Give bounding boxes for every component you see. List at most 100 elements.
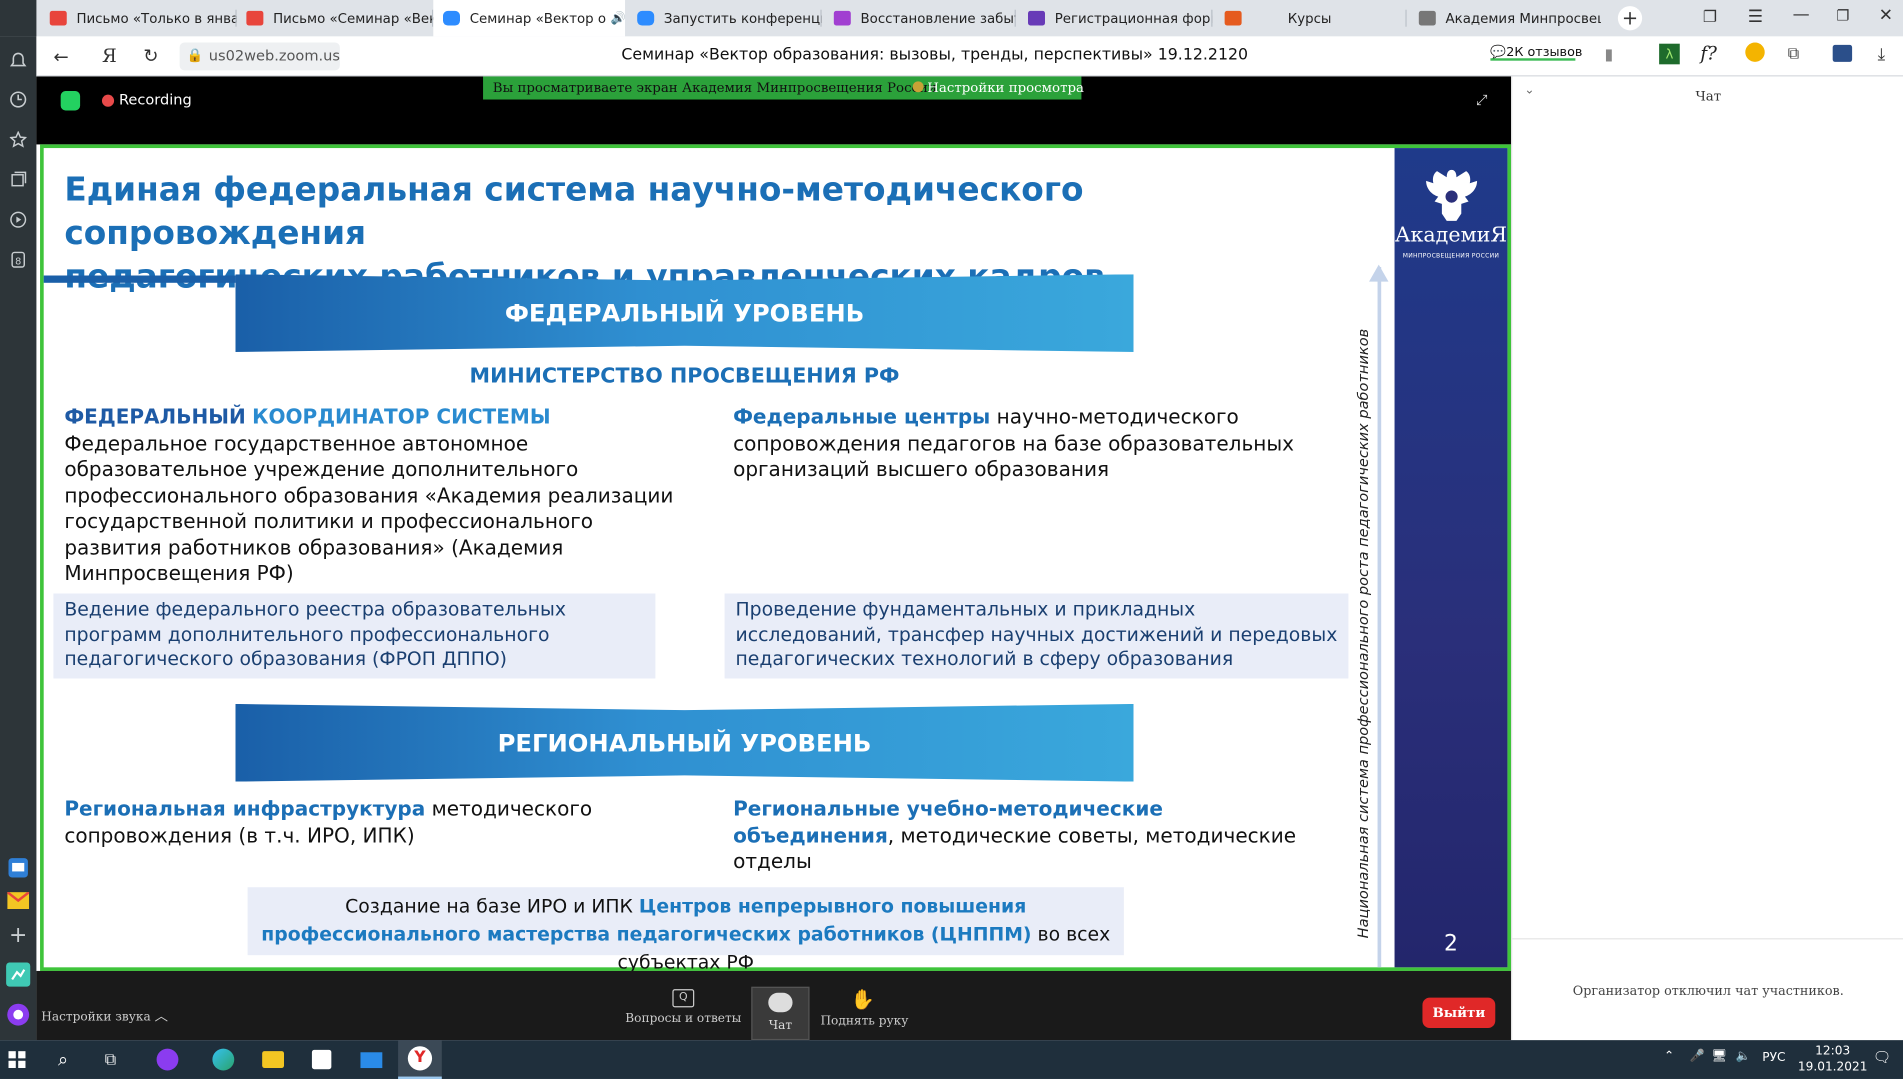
bell-icon[interactable]	[6, 49, 30, 73]
right-block: Федеральные центры научно-методического …	[733, 404, 1328, 482]
new-tab-button[interactable]: +	[1617, 6, 1643, 31]
language-indicator[interactable]: РУС	[1762, 1051, 1785, 1064]
tab-5[interactable]: Восстановление забытог	[824, 0, 1016, 36]
close-window-icon[interactable]: ✕	[1879, 6, 1893, 25]
sound-icon[interactable]: 🔊	[611, 12, 625, 25]
download-icon[interactable]: ⤓	[1878, 45, 1886, 64]
view-settings-label: Настройки просмотра	[927, 80, 1084, 96]
search-icon[interactable]: ⌕	[41, 1040, 85, 1079]
tab-label: Письмо «Только в январ	[76, 10, 237, 27]
chat-button[interactable]: Чат	[751, 986, 810, 1041]
audio-settings-button[interactable]: Настройки звука ︿	[41, 1006, 168, 1025]
clock[interactable]: 12:03 19.01.2021	[1796, 1044, 1869, 1076]
academy-logo-sub: МИНПРОСВЕЩЕНИЯ РОССИИ	[1402, 252, 1500, 260]
reload-icon[interactable]: ↻	[143, 45, 158, 67]
box-right: Проведение фундаментальных и прикладных …	[724, 593, 1349, 679]
tab-label: Семинар «Вектор о	[469, 10, 607, 27]
lock-icon: 🔒	[186, 47, 204, 64]
share-banner-text: Вы просматриваете экран Академия Минпрос…	[492, 80, 937, 96]
restore-icon[interactable]: ❐	[1836, 7, 1849, 24]
slide-title-line1: Единая федеральная система научно-методи…	[64, 171, 1084, 253]
tab-4[interactable]: Запустить конференцию	[627, 0, 822, 36]
tab-1[interactable]: Письмо «Только в январ	[40, 0, 237, 36]
notifications-icon[interactable]: 🗨	[1873, 1049, 1891, 1066]
browser-sidebar: 8 +	[0, 0, 37, 1041]
video-icon[interactable]	[6, 208, 30, 232]
left-body: Федеральное государственное автономное о…	[64, 431, 674, 586]
collections-icon[interactable]	[6, 167, 30, 191]
growth-arrow-shaft	[1377, 267, 1382, 968]
vertical-caption: Национальная система профессионального р…	[1351, 329, 1375, 939]
tab-label: Восстановление забытог	[860, 10, 1016, 27]
shield-ext-icon[interactable]	[1832, 44, 1853, 62]
hand-icon: ✋	[850, 987, 876, 1012]
app-blue-icon[interactable]	[6, 856, 30, 880]
left-block: ФЕДЕРАЛЬНЫЙ КООРДИНАТОР СИСТЕМЫ Федераль…	[64, 404, 683, 587]
gmail-icon	[49, 10, 67, 26]
tab-6[interactable]: Регистрационная форма	[1018, 0, 1213, 36]
left-heading-a: ФЕДЕРАЛЬНЫЙ	[64, 405, 246, 429]
tab-7[interactable]: Курсы	[1215, 0, 1407, 36]
fullscreen-icon[interactable]: ⤢	[1476, 91, 1488, 109]
raise-hand-label: Поднять руку	[820, 1014, 909, 1029]
chevron-up-icon: ︿	[154, 1008, 168, 1025]
minimize-icon[interactable]: —	[1793, 5, 1810, 24]
messenger-icon[interactable]	[6, 962, 31, 987]
gmail-sidebar-icon[interactable]	[6, 888, 30, 912]
history-icon[interactable]	[6, 87, 30, 111]
qa-button[interactable]: Q Вопросы и ответы	[619, 989, 748, 1026]
regional-level-label: РЕГИОНАЛЬНЫЙ УРОВЕНЬ	[497, 728, 872, 758]
tab-label: Запустить конференцию	[663, 10, 822, 27]
qa-label: Вопросы и ответы	[625, 1012, 742, 1026]
mail-icon[interactable]	[350, 1040, 394, 1079]
explorer-icon[interactable]	[251, 1040, 295, 1079]
settings-icon	[912, 81, 924, 93]
qa-icon: Q	[672, 989, 695, 1008]
counter-icon[interactable]: 8	[6, 248, 30, 272]
yandex-browser-icon[interactable]: Y	[398, 1040, 442, 1079]
puzzle-icon[interactable]: ⧉	[1788, 45, 1799, 63]
add-icon[interactable]: +	[6, 922, 30, 947]
tab-label: Академия Минпросвеще	[1445, 10, 1601, 27]
reviews-badge[interactable]: 💬2К отзывов	[1490, 44, 1582, 60]
network-icon[interactable]: 🖥	[1711, 1050, 1726, 1063]
page-title: Семинар «Вектор образования: вызовы, тре…	[621, 46, 1249, 65]
zoom-toolbar: Настройки звука ︿ Q Вопросы и ответы Чат…	[36, 970, 1512, 1041]
bottom-pre: Создание на базе ИРО и ИПК	[345, 895, 639, 918]
chat-title: Чат	[1695, 88, 1722, 105]
clock-time: 12:03	[1815, 1044, 1851, 1059]
leave-button[interactable]: Выйти	[1422, 997, 1496, 1029]
tab-8[interactable]: Академия Минпросвеще	[1409, 0, 1601, 36]
extension-icon[interactable]: λ	[1659, 43, 1680, 65]
yandex-icon[interactable]: Я	[102, 45, 117, 67]
task-view-icon[interactable]: ⧉	[89, 1040, 133, 1079]
zoom-icon	[443, 10, 460, 26]
raise-hand-button[interactable]: ✋ Поднять руку	[820, 987, 909, 1029]
recording-dot-icon	[101, 94, 115, 107]
back-icon[interactable]: ←	[53, 46, 68, 68]
recording-label[interactable]: Recording	[119, 91, 192, 108]
tab-manager-icon[interactable]: ❐	[1703, 8, 1717, 26]
formula-icon[interactable]: f?	[1700, 42, 1716, 64]
edge-icon[interactable]	[201, 1040, 245, 1079]
divider	[43, 275, 236, 283]
url-field[interactable]: 🔒 us02web.zoom.us	[179, 42, 340, 71]
alice-icon[interactable]	[6, 1003, 30, 1027]
windows-start-icon[interactable]	[0, 1040, 39, 1079]
academy-sidebar: АкадемиЯ МИНПРОСВЕЩЕНИЯ РОССИИ 2	[1394, 148, 1508, 968]
page-number: 2	[1444, 930, 1458, 957]
menu-icon[interactable]: ☰	[1748, 7, 1763, 26]
chat-divider	[1512, 938, 1903, 940]
microphone-icon[interactable]: 🎤	[1689, 1050, 1704, 1063]
alice-taskbar-icon[interactable]	[146, 1040, 190, 1079]
tab-active[interactable]: Семинар «Вектор о 🔊 ✕	[433, 0, 626, 37]
volume-icon[interactable]: 🔈	[1736, 1050, 1751, 1063]
book-icon	[1224, 10, 1242, 26]
store-icon[interactable]	[300, 1040, 344, 1079]
bookmark-icon[interactable]: ▮	[1605, 46, 1614, 64]
tray-chevron-icon[interactable]: ⌃	[1664, 1050, 1674, 1063]
tab-2[interactable]: Письмо «Семинар «Вект	[237, 0, 434, 36]
view-settings-button[interactable]: Настройки просмотра	[912, 80, 1084, 99]
pin-icon[interactable]	[1745, 42, 1765, 62]
star-icon[interactable]	[6, 127, 30, 151]
